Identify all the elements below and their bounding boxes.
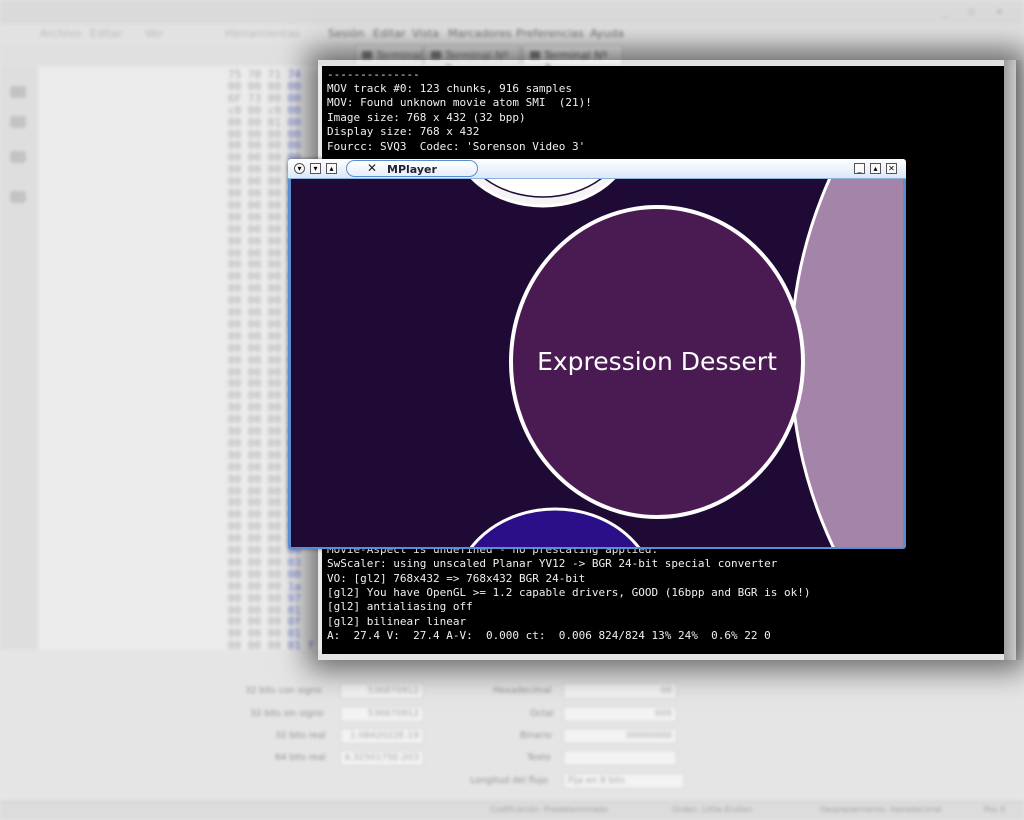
unsigned-field[interactable]: 536870912 — [340, 706, 424, 722]
terminal-line: [gl2] You have OpenGL >= 1.2 capable dri… — [327, 586, 811, 599]
terminal-line: MOV: Found unknown movie atom SMI (21)! — [327, 96, 592, 109]
terminal-line: Image size: 768 x 432 (32 bpp) — [327, 111, 526, 124]
field-label: Longitud del flujo — [470, 776, 549, 786]
terminal-line: VO: [gl2] 768x432 => 768x432 BGR 24-bit — [327, 572, 586, 585]
background-sidebar — [0, 66, 38, 666]
terminal-line: [gl2] bilinear linear — [327, 615, 467, 628]
terminal-line: Fourcc: SVQ3 Codec: 'Sorenson Video 3' — [327, 140, 586, 153]
signed-field[interactable]: 536870912 — [340, 683, 424, 699]
terminal-line: Display size: 768 x 432 — [327, 125, 480, 138]
background-value-panel: 32 bits con signo 536870912 32 bits sin … — [0, 650, 1024, 819]
field-label: Binario — [520, 731, 552, 741]
video-text: Expression Dessert — [537, 347, 777, 376]
sidebar-icon[interactable] — [10, 151, 26, 163]
raise-icon[interactable]: ▴ — [326, 163, 337, 174]
window-controls: _ ▫ × — [942, 5, 1012, 18]
status-item: Codificación: Predeterminado — [490, 805, 608, 814]
background-statusbar: Codificación: Predeterminado Orden: Litt… — [0, 801, 1024, 820]
menu-item-dim-0[interactable]: Archivo — [40, 27, 81, 40]
menu-down-icon[interactable]: ▾ — [294, 163, 305, 174]
terminal-line: MOV track #0: 123 chunks, 916 samples — [327, 82, 573, 95]
menu-item-dim-2[interactable]: Ver — [145, 27, 163, 40]
terminal-line: A: 27.4 V: 27.4 A-V: 0.000 ct: 0.006 824… — [327, 629, 771, 642]
sidebar-icon[interactable] — [10, 116, 26, 128]
terminal-line: [gl2] antialiasing off — [327, 600, 473, 613]
field-label: Texto — [527, 753, 551, 763]
terminal-line: SwScaler: using unscaled Planar YV12 -> … — [327, 557, 778, 570]
field-label: Hexadecimal — [493, 686, 552, 696]
mplayer-title-pill[interactable]: ✕ MPlayer — [346, 160, 478, 177]
binary-field[interactable]: 00000000 — [563, 728, 677, 744]
shade-down-icon[interactable]: ▾ — [310, 163, 321, 174]
close-icon[interactable]: ✕ — [886, 163, 897, 174]
field-label: 32 bits con signo — [245, 686, 322, 696]
mplayer-titlebar[interactable]: ▾ ▾ ▴ ✕ MPlayer _ ▴ ✕ — [288, 159, 906, 179]
menu-item-dim-1[interactable]: Editar — [90, 27, 123, 40]
menu-item-vista[interactable]: Vista — [412, 27, 439, 40]
stream-length-select[interactable]: Fija en 8 bits — [563, 773, 685, 789]
hex-view: 75 70 71 74 00 00 00 00 6F 73 00 00 c0 00 c… — [38, 66, 328, 652]
menu-item-ayuda[interactable]: Ayuda — [590, 27, 624, 40]
field-label: 32 bits sin signo — [250, 709, 324, 719]
real64-field[interactable]: 4.3250175E-203 — [340, 750, 424, 766]
menu-item-preferencias[interactable]: Preferencias — [516, 27, 584, 40]
video-frame: Expression Dessert — [291, 179, 903, 547]
field-label: 32 bits real — [275, 731, 326, 741]
mplayer-logo-icon: ✕ — [367, 161, 378, 175]
hex-field[interactable]: 00 — [563, 683, 677, 699]
video-area[interactable]: Expression Dessert — [291, 179, 903, 547]
status-item: Pos 0 — [984, 805, 1006, 814]
field-label: 64 bits real — [275, 753, 326, 763]
menu-item-editar[interactable]: Editar — [373, 27, 406, 40]
minimize-icon[interactable]: _ — [854, 163, 865, 174]
terminal-line: -------------- — [327, 68, 420, 81]
mplayer-title: MPlayer — [387, 163, 437, 176]
octal-field[interactable]: 000 — [563, 706, 677, 722]
real32-field[interactable]: 1.0842022E-19 — [340, 728, 424, 744]
mplayer-window[interactable]: ▾ ▾ ▴ ✕ MPlayer _ ▴ ✕ Expression Dessert — [288, 159, 906, 549]
background-menubar: Archivo Editar Ver Herramientas Sesión E… — [0, 24, 1024, 44]
menu-item-marcadores[interactable]: Marcadores — [448, 27, 512, 40]
text-field[interactable] — [563, 750, 677, 766]
menu-item-dim-3[interactable]: Herramientas — [225, 27, 300, 40]
sidebar-icon[interactable] — [10, 86, 26, 98]
terminal-edge-shade — [1004, 60, 1024, 660]
maximize-icon[interactable]: ▴ — [870, 163, 881, 174]
sidebar-icon[interactable] — [10, 191, 26, 203]
field-label: Octal — [530, 709, 554, 719]
menu-item-sesion[interactable]: Sesión — [328, 27, 364, 40]
background-titlebar: _ ▫ × — [0, 0, 1024, 25]
status-item: Desplazamiento: Hexadecimal — [820, 805, 942, 814]
status-item: Orden: Little-Endian — [672, 805, 753, 814]
